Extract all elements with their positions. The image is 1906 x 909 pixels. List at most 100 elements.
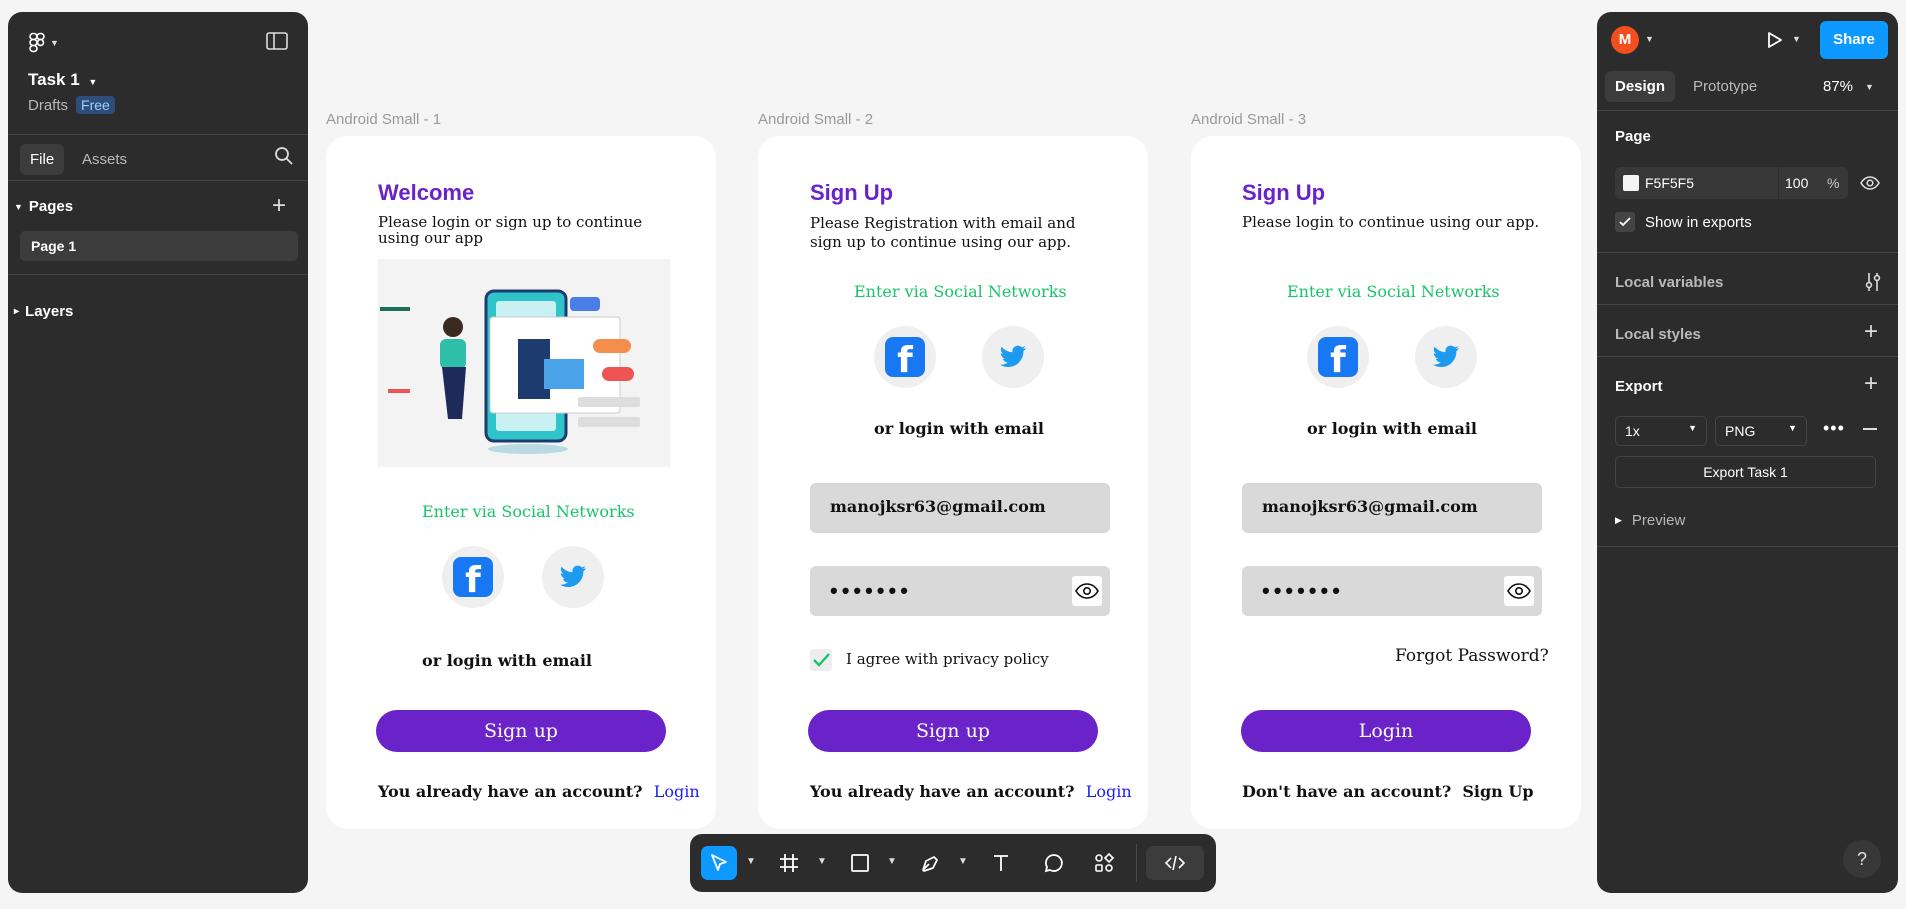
page-color-hex[interactable]: F5F5F5 <box>1645 175 1694 191</box>
dev-mode-toggle[interactable] <box>1146 846 1204 880</box>
chevron-down-icon[interactable]: ▼ <box>1645 34 1654 44</box>
login-button[interactable]: Login <box>1241 710 1531 752</box>
page-color-field[interactable]: F5F5F5 100 % <box>1615 167 1848 199</box>
chevron-down-icon[interactable]: ▼ <box>958 856 968 867</box>
actions-button[interactable] <box>1086 846 1122 880</box>
tab-design[interactable]: Design <box>1605 71 1676 102</box>
frame-title: Welcome <box>378 180 475 205</box>
move-tool-button[interactable] <box>701 846 737 880</box>
chevron-down-icon: ▼ <box>1865 81 1874 92</box>
password-field[interactable]: ••••••• <box>1242 566 1542 616</box>
tab-assets[interactable]: Assets <box>82 151 127 168</box>
password-field[interactable]: ••••••• <box>810 566 1110 616</box>
local-variables-title[interactable]: Local variables <box>1615 274 1723 291</box>
user-avatar[interactable]: M <box>1611 26 1639 54</box>
sidebar-toggle-icon[interactable] <box>266 32 288 50</box>
pages-label: Pages <box>28 198 74 215</box>
chevron-down-icon[interactable]: ▼ <box>746 856 756 867</box>
layers-header[interactable]: ▸ Layers <box>14 303 73 320</box>
add-page-icon[interactable]: + <box>272 192 286 220</box>
facebook-button[interactable]: f <box>1307 326 1369 388</box>
present-play-icon[interactable] <box>1764 30 1784 50</box>
chevron-down-icon: ▼ <box>50 38 59 48</box>
twitter-button[interactable] <box>1415 326 1477 388</box>
frame-label-3[interactable]: Android Small - 3 <box>1191 111 1306 128</box>
frame-android-small-1[interactable]: Welcome Please login or sign up to conti… <box>326 136 716 829</box>
local-styles-title[interactable]: Local styles <box>1615 326 1701 343</box>
export-more-icon[interactable]: ••• <box>1823 418 1845 439</box>
file-name[interactable]: Task 1 ▼ <box>28 70 97 90</box>
text-tool-button[interactable] <box>983 846 1019 880</box>
login-link[interactable]: Login <box>1086 782 1132 801</box>
bottom-text: You already have an account? <box>378 782 643 801</box>
zoom-control[interactable]: 87% ▼ <box>1823 78 1874 95</box>
frame-title: Sign Up <box>810 180 894 205</box>
percent-sign: % <box>1827 175 1840 191</box>
page-item-page-1[interactable]: Page 1 <box>20 231 298 261</box>
export-button[interactable]: Export Task 1 <box>1615 456 1876 488</box>
checkmark-icon <box>813 653 830 667</box>
frame-icon <box>780 854 798 872</box>
export-format-select[interactable]: PNG ▼ <box>1715 416 1807 446</box>
sign-up-button[interactable]: Sign up <box>808 710 1098 752</box>
facebook-icon: f <box>453 557 493 601</box>
twitter-button[interactable] <box>982 326 1044 388</box>
twitter-button[interactable] <box>542 546 604 608</box>
chevron-down-icon[interactable]: ▼ <box>1792 34 1801 44</box>
privacy-checkbox[interactable] <box>810 649 832 671</box>
variables-settings-icon[interactable] <box>1863 271 1883 293</box>
search-icon[interactable] <box>273 145 295 167</box>
sign-up-button[interactable]: Sign up <box>376 710 666 752</box>
main-menu-button[interactable]: ▼ <box>28 30 72 56</box>
eye-icon[interactable] <box>1072 576 1102 606</box>
pen-tool-button[interactable] <box>912 846 948 880</box>
or-login-with-email: or login with email <box>1307 419 1477 438</box>
page-opacity[interactable]: 100 <box>1785 175 1808 191</box>
frame-label-2[interactable]: Android Small - 2 <box>758 111 873 128</box>
sign-up-link[interactable]: Sign Up <box>1462 782 1533 801</box>
help-label: ? <box>1856 849 1867 869</box>
comment-icon <box>1044 854 1063 873</box>
chevron-down-icon[interactable]: ▼ <box>887 856 897 867</box>
tab-file[interactable]: File <box>20 144 65 175</box>
color-swatch[interactable] <box>1623 175 1639 191</box>
frame-android-small-3[interactable]: Sign Up Please login to continue using o… <box>1191 136 1581 829</box>
pages-header[interactable]: ▼ Pages <box>14 198 73 215</box>
show-in-exports-checkbox[interactable] <box>1615 212 1635 232</box>
bottom-line: You already have an account? Login <box>378 782 700 801</box>
email-field[interactable]: manojksr63@gmail.com <box>810 483 1110 533</box>
chevron-down-icon[interactable]: ▼ <box>817 856 827 867</box>
facebook-button[interactable]: f <box>874 326 936 388</box>
facebook-button[interactable]: f <box>442 546 504 608</box>
export-format-value: PNG <box>1725 423 1756 439</box>
remove-export-icon[interactable] <box>1863 428 1877 430</box>
plan-badge: Free <box>76 96 115 114</box>
comment-tool-button[interactable] <box>1036 846 1072 880</box>
page-section-title: Page <box>1615 128 1651 145</box>
privacy-label: I agree with privacy policy <box>846 650 1049 668</box>
eye-icon[interactable] <box>1504 576 1534 606</box>
chevron-down-icon: ▼ <box>14 201 23 212</box>
frame-tool-button[interactable] <box>771 846 807 880</box>
checkmark-icon <box>1619 217 1631 227</box>
or-login-with-email: or login with email <box>874 419 1044 438</box>
eye-visibility-icon[interactable] <box>1859 173 1881 193</box>
share-button[interactable]: Share <box>1820 21 1888 59</box>
drafts-row: Drafts Free <box>28 96 115 114</box>
preview-toggle[interactable]: ▶ Preview <box>1615 512 1685 529</box>
tab-prototype[interactable]: Prototype <box>1693 78 1757 95</box>
pen-icon <box>922 856 938 872</box>
facebook-icon: f <box>885 337 925 381</box>
help-button[interactable]: ? <box>1843 840 1881 878</box>
frame-label-1[interactable]: Android Small - 1 <box>326 111 441 128</box>
forgot-password-link[interactable]: Forgot Password? <box>1395 646 1549 666</box>
add-style-icon[interactable]: + <box>1864 318 1878 346</box>
add-export-icon[interactable]: + <box>1864 370 1878 398</box>
export-scale-select[interactable]: 1x ▼ <box>1615 416 1707 446</box>
email-field[interactable]: manojksr63@gmail.com <box>1242 483 1542 533</box>
twitter-icon <box>1432 345 1460 368</box>
password-dots: ••••••• <box>830 578 912 603</box>
shape-tool-button[interactable] <box>842 846 878 880</box>
login-link[interactable]: Login <box>654 782 700 801</box>
frame-android-small-2[interactable]: Sign Up Please Registration with email a… <box>758 136 1148 829</box>
